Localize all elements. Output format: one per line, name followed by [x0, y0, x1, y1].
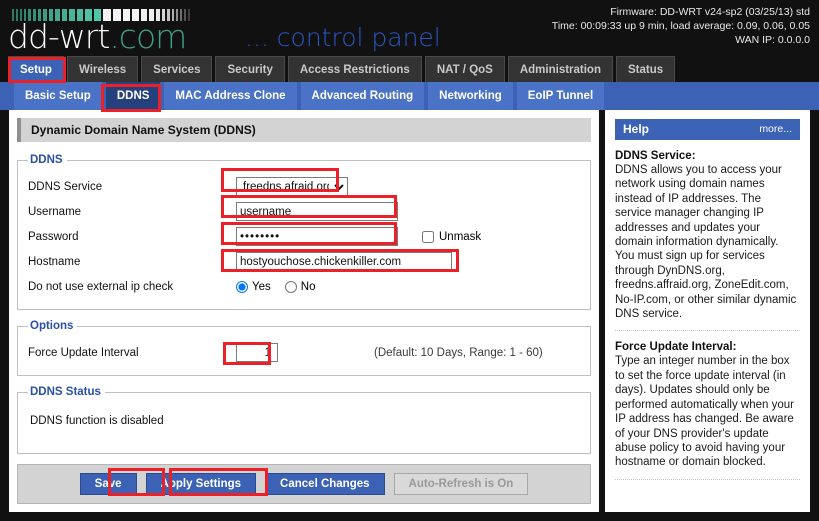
- help-panel-header: Help more...: [615, 119, 800, 140]
- external-ip-yes-option[interactable]: Yes: [236, 281, 271, 293]
- ddns-status-text: DDNS function is disabled: [28, 406, 580, 443]
- primary-tab-status[interactable]: Status: [616, 56, 675, 82]
- secondary-navigation: Basic SetupDDNSMAC Address CloneAdvanced…: [0, 82, 819, 110]
- external-ip-radio-group: Yes No: [236, 281, 329, 293]
- options-fieldset: Options Force Update Interval (Default: …: [17, 320, 591, 376]
- primary-tab-nat-qos[interactable]: NAT / QoS: [425, 56, 505, 82]
- secondary-tab-eoip-tunnel[interactable]: EoIP Tunnel: [517, 82, 604, 110]
- masthead: dd-wrt.com ... control panel Firmware: D…: [0, 0, 819, 56]
- username-input[interactable]: [236, 202, 398, 221]
- hostname-label: Hostname: [28, 256, 236, 268]
- help-heading: Help: [623, 122, 649, 136]
- password-label: Password: [28, 231, 236, 243]
- help-text: Type an integer number in the box to set…: [615, 354, 800, 469]
- hostname-row: Hostname: [28, 249, 580, 274]
- primary-tab-wireless[interactable]: Wireless: [67, 56, 138, 82]
- options-legend: Options: [28, 320, 77, 332]
- primary-tab-setup[interactable]: Setup: [8, 56, 64, 82]
- primary-tab-security[interactable]: Security: [215, 56, 284, 82]
- logo-brand-text: dd-wrt: [8, 17, 109, 56]
- password-row: Password Unmask: [28, 224, 580, 249]
- username-label: Username: [28, 206, 236, 218]
- dd-wrt-control-panel: dd-wrt.com ... control panel Firmware: D…: [0, 0, 819, 521]
- force-update-interval-hint: (Default: 10 Days, Range: 1 - 60): [374, 347, 543, 359]
- ddns-status-fieldset: DDNS Status DDNS function is disabled: [17, 386, 591, 454]
- external-ip-no-option[interactable]: No: [285, 281, 316, 293]
- ddns-service-label: DDNS Service: [28, 181, 236, 193]
- primary-tab-administration[interactable]: Administration: [508, 56, 613, 82]
- firmware-info: Firmware: DD-WRT v24-sp2 (03/25/13) std: [552, 5, 810, 19]
- apply-settings-button[interactable]: Apply Settings: [146, 473, 257, 495]
- unmask-group: Unmask: [422, 231, 481, 243]
- ddns-status-legend: DDNS Status: [28, 386, 105, 398]
- dd-wrt-logo: dd-wrt.com: [8, 20, 186, 54]
- primary-navigation: SetupWirelessServicesSecurityAccess Rest…: [0, 56, 819, 82]
- save-button[interactable]: Save: [80, 473, 137, 495]
- auto-refresh-button[interactable]: Auto-Refresh is On: [394, 473, 529, 495]
- primary-tab-services[interactable]: Services: [141, 56, 212, 82]
- page-title: Dynamic Domain Name System (DDNS): [17, 118, 591, 142]
- help-entry-list: DDNS Service:DDNS allows you to access y…: [615, 150, 800, 480]
- external-ip-yes-radio[interactable]: [236, 281, 248, 293]
- force-update-interval-input[interactable]: [236, 343, 278, 362]
- ddns-service-row: DDNS Service freedns.afraid.org: [28, 174, 580, 199]
- username-row: Username: [28, 199, 580, 224]
- external-ip-no-radio[interactable]: [285, 281, 297, 293]
- help-term: DDNS Service:: [615, 150, 800, 162]
- ddns-legend: DDNS: [28, 154, 67, 166]
- force-update-interval-row: Force Update Interval (Default: 10 Days,…: [28, 340, 580, 365]
- external-ip-check-label: Do not use external ip check: [28, 281, 236, 293]
- help-separator: [615, 330, 800, 331]
- primary-tab-access-restrictions[interactable]: Access Restrictions: [288, 56, 422, 82]
- help-text: DDNS allows you to access your network u…: [615, 163, 800, 321]
- hostname-input[interactable]: [236, 252, 452, 271]
- unmask-label: Unmask: [439, 231, 481, 243]
- help-term: Force Update Interval:: [615, 341, 800, 353]
- secondary-tab-advanced-routing[interactable]: Advanced Routing: [301, 82, 425, 110]
- password-input[interactable]: [236, 227, 398, 246]
- secondary-tab-networking[interactable]: Networking: [428, 82, 513, 110]
- external-ip-no-label: No: [301, 281, 316, 293]
- control-panel-subtitle: ... control panel: [245, 24, 441, 52]
- force-update-interval-label: Force Update Interval: [28, 347, 236, 359]
- secondary-tab-mac-address-clone[interactable]: MAC Address Clone: [164, 82, 296, 110]
- system-info: Firmware: DD-WRT v24-sp2 (03/25/13) std …: [552, 5, 810, 47]
- ddns-fieldset: DDNS DDNS Service freedns.afraid.org Use…: [17, 154, 591, 310]
- uptime-info: Time: 00:09:33 up 9 min, load average: 0…: [552, 19, 810, 33]
- help-more-link[interactable]: more...: [759, 123, 792, 135]
- external-ip-check-row: Do not use external ip check Yes No: [28, 274, 580, 299]
- unmask-checkbox[interactable]: [422, 231, 434, 243]
- ddns-service-select[interactable]: freedns.afraid.org: [236, 177, 348, 197]
- cancel-changes-button[interactable]: Cancel Changes: [265, 473, 384, 495]
- main-content: Dynamic Domain Name System (DDNS) DDNS D…: [9, 110, 599, 512]
- logo-tld-text: .com: [109, 17, 186, 56]
- external-ip-yes-label: Yes: [252, 281, 271, 293]
- logo-bar-segment: [188, 9, 190, 21]
- wan-ip-info: WAN IP: 0.0.0.0: [552, 33, 810, 47]
- secondary-tab-ddns[interactable]: DDNS: [106, 82, 161, 110]
- help-panel: Help more... DDNS Service:DDNS allows yo…: [605, 110, 810, 512]
- secondary-tab-basic-setup[interactable]: Basic Setup: [14, 82, 102, 110]
- help-separator: [615, 479, 800, 480]
- page-body: Dynamic Domain Name System (DDNS) DDNS D…: [0, 110, 819, 521]
- action-button-bar: Save Apply Settings Cancel Changes Auto-…: [17, 464, 591, 504]
